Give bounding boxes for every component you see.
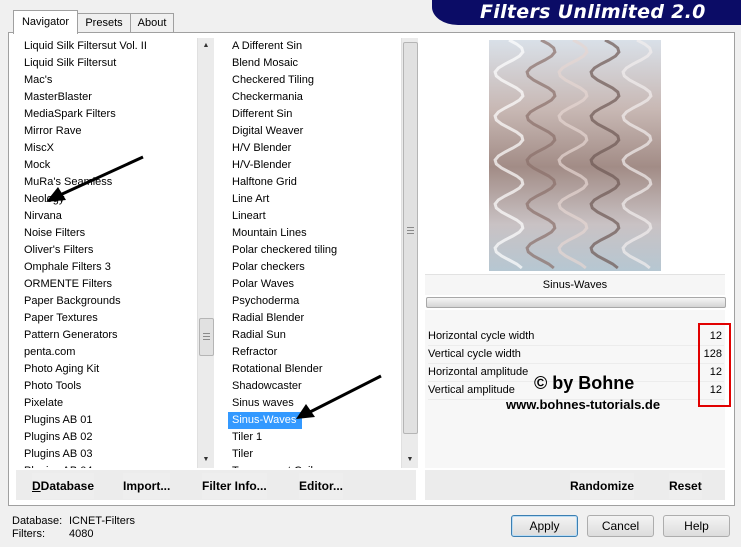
category-item[interactable]: penta.com xyxy=(20,344,196,361)
filter-item[interactable]: Halftone Grid xyxy=(228,174,400,191)
category-item[interactable]: Neology xyxy=(20,191,196,208)
app-title-banner: Filters Unlimited 2.0 xyxy=(432,0,741,25)
param-label: Horizontal amplitude xyxy=(428,366,529,378)
category-item[interactable]: Liquid Silk Filtersut xyxy=(20,55,196,72)
filter-item[interactable]: Refractor xyxy=(228,344,400,361)
filter-item[interactable]: Checkermania xyxy=(228,89,400,106)
filter-item[interactable]: Mountain Lines xyxy=(228,225,400,242)
category-item[interactable]: MiscX xyxy=(20,140,196,157)
category-item[interactable]: Paper Backgrounds xyxy=(20,293,196,310)
category-item[interactable]: ORMENTE Filters xyxy=(20,276,196,293)
category-item[interactable]: Noise Filters xyxy=(20,225,196,242)
filter-item[interactable]: A Different Sin xyxy=(228,38,400,55)
category-item[interactable]: MasterBlaster xyxy=(20,89,196,106)
filter-item[interactable]: H/V Blender xyxy=(228,140,400,157)
scroll-thumb[interactable] xyxy=(403,42,418,434)
filter-info-button[interactable]: Filter Info... xyxy=(202,473,267,499)
value-highlight-box xyxy=(698,323,731,407)
preview-image xyxy=(489,40,661,271)
database-button[interactable]: DDatabase xyxy=(32,473,95,499)
filter-item[interactable]: Transparent Coiler xyxy=(228,463,400,468)
reset-button[interactable]: Reset xyxy=(669,473,702,499)
watermark-url: www.bohnes-tutorials.de xyxy=(506,397,661,412)
filter-item[interactable]: Sinus-Waves xyxy=(228,412,303,429)
filter-item[interactable]: Polar checkered tiling xyxy=(228,242,400,259)
filter-item[interactable]: Tiler xyxy=(228,446,400,463)
scroll-down-icon[interactable]: ▼ xyxy=(198,452,214,468)
param-label: Horizontal cycle width xyxy=(428,330,535,342)
filter-list[interactable]: A Different Sin Blend Mosaic Checkered Til… xyxy=(228,38,400,468)
filter-item[interactable]: H/V-Blender xyxy=(228,157,400,174)
filter-item[interactable]: Radial Sun xyxy=(228,327,400,344)
param-label: Vertical cycle width xyxy=(428,348,521,360)
filter-list-scrollbar[interactable]: ▲ ▼ xyxy=(401,38,418,468)
category-list-scrollbar[interactable]: ▲ ▼ xyxy=(197,38,214,468)
apply-button[interactable]: Apply xyxy=(511,515,578,537)
filter-item[interactable]: Tiler 1 xyxy=(228,429,400,446)
filter-item[interactable]: Lineart xyxy=(228,208,400,225)
category-item[interactable]: Mirror Rave xyxy=(20,123,196,140)
database-label: Database: xyxy=(12,515,63,527)
scroll-thumb[interactable] xyxy=(199,318,214,356)
randomize-button[interactable]: Randomize xyxy=(570,473,635,499)
app-title: Filters Unlimited 2.0 xyxy=(480,1,706,23)
filter-item[interactable]: Digital Weaver xyxy=(228,123,400,140)
preview-area xyxy=(425,38,725,272)
tab-presets[interactable]: Presets xyxy=(77,13,131,33)
help-button[interactable]: Help xyxy=(663,515,730,537)
progress-bar xyxy=(426,297,726,308)
filter-item[interactable]: Line Art xyxy=(228,191,400,208)
cancel-button[interactable]: Cancel xyxy=(587,515,654,537)
category-item[interactable]: Plugins AB 01 xyxy=(20,412,196,429)
category-item[interactable]: Plugins AB 04 xyxy=(20,463,196,468)
filter-item[interactable]: Psychoderma xyxy=(228,293,400,310)
filter-item[interactable]: Shadowcaster xyxy=(228,378,400,395)
param-label: Vertical amplitude xyxy=(428,384,515,396)
scroll-up-icon[interactable]: ▲ xyxy=(198,38,214,54)
filters-count: 4080 xyxy=(69,528,94,540)
category-item[interactable]: Liquid Silk Filtersut Vol. II xyxy=(20,38,196,55)
filter-item[interactable]: Blend Mosaic xyxy=(228,55,400,72)
import-button[interactable]: Import... xyxy=(123,473,171,499)
filter-item[interactable]: Checkered Tiling xyxy=(228,72,400,89)
filter-item[interactable]: Rotational Blender xyxy=(228,361,400,378)
tab-about[interactable]: About xyxy=(130,13,174,33)
filter-item[interactable]: Polar checkers xyxy=(228,259,400,276)
category-item[interactable]: Plugins AB 02 xyxy=(20,429,196,446)
category-item[interactable]: Oliver's Filters xyxy=(20,242,196,259)
param-vertical-cycle-width[interactable]: Vertical cycle width 128 xyxy=(428,345,724,364)
filters-label: Filters: xyxy=(12,528,45,540)
tab-navigator[interactable]: Navigator xyxy=(13,10,78,34)
category-item[interactable]: MuRa's Seamless xyxy=(20,174,196,191)
category-list[interactable]: Liquid Silk Filtersut Vol. II Liquid Silk… xyxy=(20,38,196,468)
category-item[interactable]: Pixelate xyxy=(20,395,196,412)
scroll-down-icon[interactable]: ▼ xyxy=(402,452,418,468)
category-item[interactable]: Pattern Generators xyxy=(20,327,196,344)
filter-name-label: Sinus-Waves xyxy=(425,274,725,295)
filter-item[interactable]: Radial Blender xyxy=(228,310,400,327)
category-item[interactable]: Omphale Filters 3 xyxy=(20,259,196,276)
category-item[interactable]: Paper Textures xyxy=(20,310,196,327)
filter-item[interactable]: Polar Waves xyxy=(228,276,400,293)
category-item[interactable]: Photo Tools xyxy=(20,378,196,395)
category-item[interactable]: Mac's xyxy=(20,72,196,89)
param-horizontal-cycle-width[interactable]: Horizontal cycle width 12 xyxy=(428,327,724,346)
editor-button[interactable]: Editor... xyxy=(299,473,344,499)
category-item[interactable]: MediaSpark Filters xyxy=(20,106,196,123)
watermark-copyright: © by Bohne xyxy=(534,373,635,393)
database-value: ICNET-Filters xyxy=(69,515,135,527)
category-item[interactable]: Photo Aging Kit xyxy=(20,361,196,378)
category-item[interactable]: Plugins AB 03 xyxy=(20,446,196,463)
filter-item[interactable]: Sinus waves xyxy=(228,395,400,412)
category-item[interactable]: Nirvana xyxy=(20,208,196,225)
category-item[interactable]: Mock xyxy=(20,157,196,174)
filter-item[interactable]: Different Sin xyxy=(228,106,400,123)
